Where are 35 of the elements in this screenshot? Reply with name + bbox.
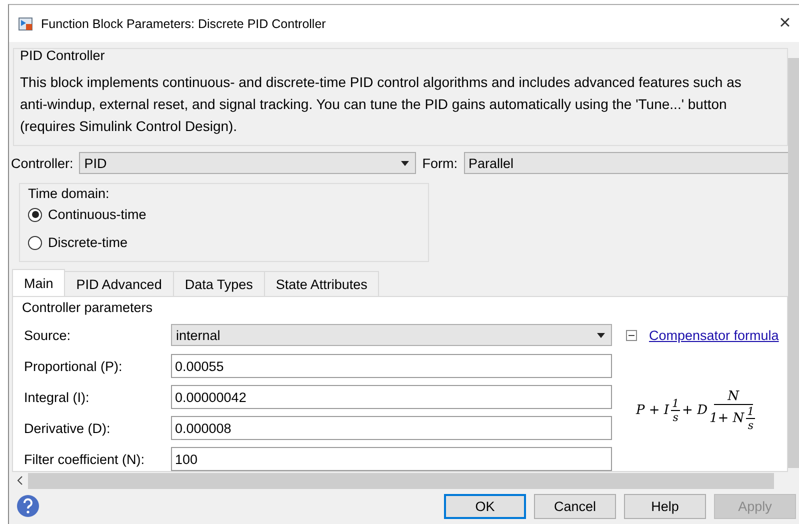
group-title: Time domain: [28,186,110,201]
compensator-formula-link[interactable]: Compensator formula [649,328,779,343]
tab[interactable]: Main [12,269,66,296]
vertical-scrollbar[interactable] [788,58,799,468]
dialog-button[interactable]: Cancel [534,494,616,518]
parameter-label: Integral (I): [24,390,90,405]
dialog-button[interactable]: Help [624,494,706,518]
parameter-label: Proportional (P): [24,358,124,374]
controller-label: Controller: [11,156,74,171]
window-app-icon [18,16,34,32]
window-title: Function Block Parameters: Discrete PID Controller [41,16,327,30]
caret-icon [401,160,410,166]
help-icon[interactable] [16,494,40,518]
input-field[interactable]: 0.000008 [171,416,612,440]
tab[interactable]: State Attributes [264,271,380,296]
source-dropdown[interactable]: internal [171,324,612,346]
block-description: This block implements continuous- and discrete-time PID control algorithms and includes advanced features such as anti-windup, external reset, and signal tracking. You can tune the PID gains automatically using the 'Tune...' button (requires Simulink Control Design). [20,73,742,136]
radio-option[interactable]: Continuous-time [28,200,428,229]
close-button[interactable]: × [770,12,799,35]
parameter-label: Derivative (D): [24,420,112,436]
group-title: Controller parameters [22,300,154,316]
collapse-toggle-icon[interactable] [626,330,637,341]
input-field[interactable]: 100 [171,447,612,472]
radio-option[interactable]: Discrete-time [28,228,428,257]
group-title: PID Controller [20,48,106,63]
input-field[interactable]: 0.00055 [171,354,612,378]
dialog-button[interactable]: OK [444,494,526,518]
horizontal-scrollbar[interactable] [28,472,774,489]
controller-dropdown[interactable]: PID [79,152,416,174]
input-field[interactable]: 0.00000042 [171,385,612,410]
form-label: Form: [422,156,458,171]
parameter-label: Source: [24,328,72,343]
form-dropdown[interactable]: Parallel [464,152,788,174]
caret-icon [597,332,605,338]
parameter-label: Filter coefficient (N): [24,452,146,467]
